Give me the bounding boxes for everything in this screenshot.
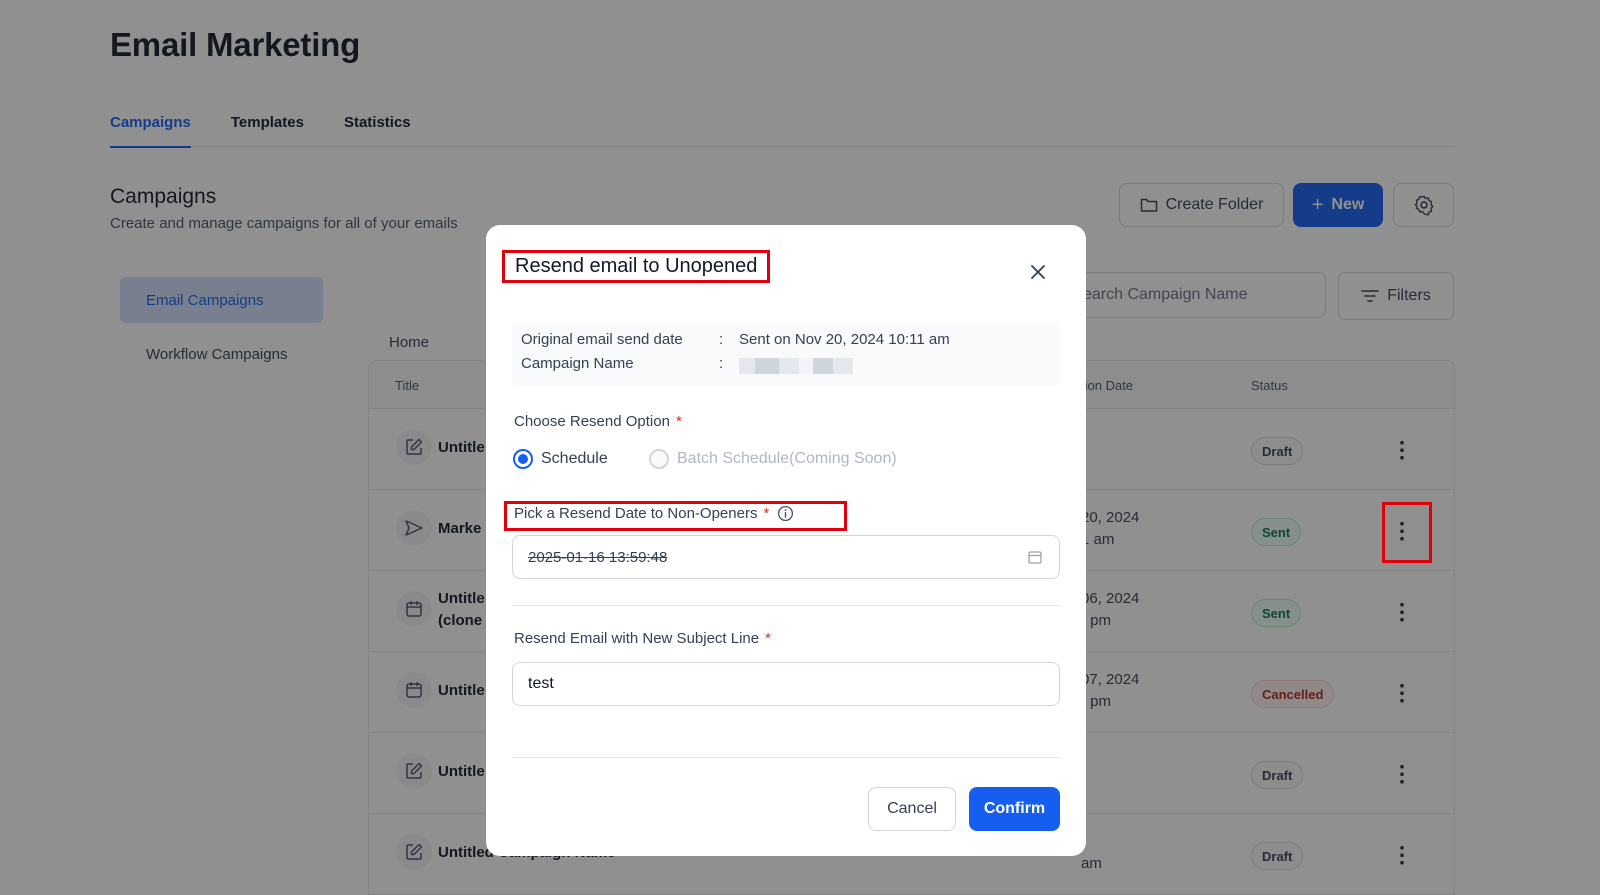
campaign-name-label: Campaign Name: [521, 355, 634, 372]
resend-date-label: Pick a Resend Date to Non-Openers *: [514, 505, 794, 522]
info-icon[interactable]: [777, 505, 794, 522]
resend-modal: Resend email to Unopened Original email …: [486, 225, 1086, 856]
modal-title-highlight: Resend email to Unopened: [502, 250, 771, 283]
close-icon[interactable]: [1026, 260, 1050, 284]
send-date-value: Sent on Nov 20, 2024 10:11 am: [739, 331, 950, 348]
redacted-campaign-name: [739, 358, 853, 374]
radio-schedule[interactable]: Schedule: [513, 449, 608, 469]
calendar-icon[interactable]: [1027, 549, 1043, 565]
resend-date-value: 2025-01-16 13:59:48: [528, 548, 668, 566]
radio-button: [649, 449, 669, 469]
subject-line-label: Resend Email with New Subject Line *: [514, 630, 771, 647]
cancel-button[interactable]: Cancel: [868, 787, 956, 831]
resend-date-input[interactable]: 2025-01-16 13:59:48: [512, 535, 1060, 579]
original-email-info: Original email send date : Sent on Nov 2…: [512, 322, 1060, 386]
radio-schedule-label: Schedule: [541, 450, 608, 467]
radio-button[interactable]: [513, 449, 533, 469]
send-date-colon: :: [719, 331, 724, 348]
campaign-name-colon: :: [719, 355, 724, 372]
subject-line-value: test: [528, 675, 554, 692]
modal-title: Resend email to Unopened: [515, 255, 758, 277]
radio-batch-label: Batch Schedule(Coming Soon): [677, 450, 897, 467]
confirm-button[interactable]: Confirm: [969, 787, 1060, 831]
divider: [512, 757, 1060, 758]
radio-batch-schedule: Batch Schedule(Coming Soon): [649, 449, 897, 469]
subject-line-input[interactable]: test: [512, 662, 1060, 706]
send-date-label: Original email send date: [521, 331, 683, 348]
divider: [512, 605, 1060, 606]
resend-option-label: Choose Resend Option *: [514, 413, 682, 430]
